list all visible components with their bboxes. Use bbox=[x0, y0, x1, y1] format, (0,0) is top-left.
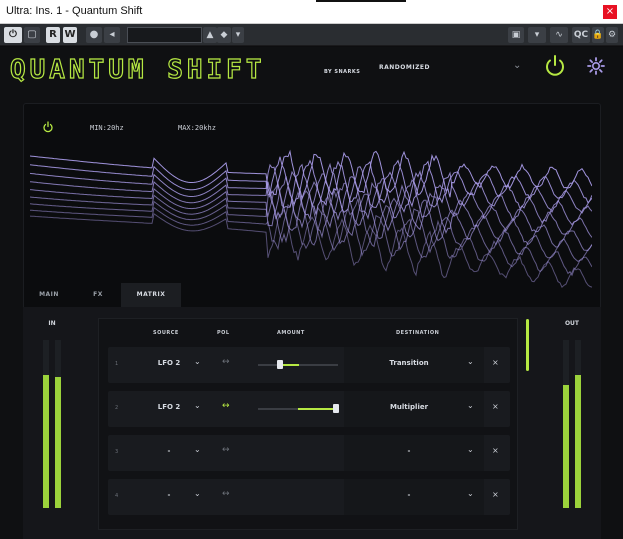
amount-fill bbox=[298, 408, 336, 410]
destination-select[interactable]: - ⌄ bbox=[344, 435, 484, 471]
source-header: SOURCE bbox=[153, 330, 179, 336]
input-meter-left bbox=[43, 340, 49, 508]
matrix-row: 2 LFO 2 ⌄ ↔ Multiplier ⌄ × bbox=[108, 391, 510, 427]
gear-icon[interactable] bbox=[586, 56, 606, 76]
read-automation-button[interactable]: R bbox=[46, 27, 60, 43]
tab-main[interactable]: MAIN bbox=[23, 283, 75, 307]
amount-slider[interactable] bbox=[258, 360, 338, 369]
source-chevron-icon[interactable]: ⌄ bbox=[194, 357, 201, 366]
window-titlebar: Ultra: Ins. 1 - Quantum Shift × bbox=[0, 0, 623, 24]
record-icon[interactable]: ● bbox=[86, 27, 102, 43]
destination-chevron-icon[interactable]: ⌄ bbox=[467, 401, 474, 410]
modulation-matrix: SOURCE POL AMOUNT DESTINATION 1 LFO 2 ⌄ … bbox=[98, 318, 518, 530]
source-select[interactable]: - bbox=[154, 447, 184, 455]
amount-handle[interactable] bbox=[333, 404, 339, 413]
titlebar-strip bbox=[316, 0, 406, 2]
arrow-back-icon[interactable]: ◂ bbox=[104, 27, 120, 43]
qc-button[interactable]: QC bbox=[572, 27, 590, 43]
destination-select[interactable]: - ⌄ bbox=[344, 479, 484, 515]
destination-header: DESTINATION bbox=[396, 330, 440, 336]
window-title: Ultra: Ins. 1 - Quantum Shift bbox=[6, 5, 143, 17]
input-meter-left-fill bbox=[43, 375, 49, 508]
spectrum-graph bbox=[30, 149, 592, 289]
power-icon[interactable] bbox=[543, 54, 567, 78]
preset-menu-chevron-icon[interactable]: ▾ bbox=[232, 27, 244, 43]
source-select[interactable]: - bbox=[154, 491, 184, 499]
destination-select[interactable]: Multiplier ⌄ bbox=[344, 391, 484, 427]
next-preset-icon[interactable]: ◆ bbox=[217, 27, 231, 43]
source-chevron-icon[interactable]: ⌄ bbox=[194, 489, 201, 498]
output-meter: OUT bbox=[553, 320, 591, 508]
output-meter-label: OUT bbox=[564, 320, 580, 327]
matrix-scrollbar[interactable] bbox=[526, 319, 529, 371]
destination-label: - bbox=[407, 491, 411, 499]
polarity-header: POL bbox=[217, 330, 230, 336]
row-index: 2 bbox=[115, 405, 119, 411]
lock-icon[interactable]: 🔒 bbox=[592, 27, 604, 43]
amount-header: AMOUNT bbox=[277, 330, 305, 336]
matrix-row: 3 - ⌄ ↔ - ⌄ × bbox=[108, 435, 510, 471]
source-chevron-icon[interactable]: ⌄ bbox=[194, 445, 201, 454]
input-meter: IN bbox=[33, 320, 71, 508]
input-meter-label: IN bbox=[48, 320, 56, 327]
output-meter-right-fill bbox=[575, 375, 581, 508]
bypass-power-icon[interactable]: ⏻ bbox=[4, 27, 22, 43]
delete-row-icon[interactable]: × bbox=[492, 490, 499, 499]
byline: BY SNARKS bbox=[324, 69, 361, 75]
spectrum-curve bbox=[30, 208, 592, 289]
spectrum-curve bbox=[30, 149, 592, 201]
matrix-row: 1 LFO 2 ⌄ ↔ Transition ⌄ × bbox=[108, 347, 510, 383]
polarity-toggle-icon[interactable]: ↔ bbox=[222, 401, 230, 411]
delete-row-icon[interactable]: × bbox=[492, 402, 499, 411]
output-meter-right bbox=[575, 340, 581, 508]
min-frequency-label: MIN:20hz bbox=[90, 124, 124, 132]
delete-row-icon[interactable]: × bbox=[492, 446, 499, 455]
output-meter-left bbox=[563, 340, 569, 508]
plugin-panel: QUANTUM SHIFT BY SNARKS RANDOMIZED ⌄ MIN… bbox=[0, 47, 623, 539]
polarity-toggle-icon[interactable]: ↔ bbox=[222, 445, 230, 455]
polarity-toggle-icon[interactable]: ↔ bbox=[222, 357, 230, 367]
delete-row-icon[interactable]: × bbox=[492, 358, 499, 367]
polarity-toggle-icon[interactable]: ↔ bbox=[222, 489, 230, 499]
destination-label: Transition bbox=[389, 359, 429, 367]
destination-select[interactable]: Transition ⌄ bbox=[344, 347, 484, 383]
write-automation-button[interactable]: W bbox=[63, 27, 77, 43]
compare-icon[interactable]: ▢ bbox=[24, 27, 40, 43]
amount-handle[interactable] bbox=[277, 360, 283, 369]
spectrum-display: MIN:20hz MAX:20khz bbox=[23, 103, 601, 311]
host-toolbar: ⏻ ▢ R W ● ◂ ▲ ◆ ▾ ▣ ▾ ∿ QC 🔒 ⚙ bbox=[0, 24, 623, 46]
input-meter-right-fill bbox=[55, 376, 61, 508]
prev-preset-icon[interactable]: ▲ bbox=[203, 27, 217, 43]
source-select[interactable]: LFO 2 bbox=[154, 403, 184, 411]
dropdown-chevron-icon[interactable]: ▾ bbox=[528, 27, 546, 43]
matrix-row: 4 - ⌄ ↔ - ⌄ × bbox=[108, 479, 510, 515]
preset-input[interactable] bbox=[127, 27, 202, 43]
destination-chevron-icon[interactable]: ⌄ bbox=[467, 357, 474, 366]
destination-chevron-icon[interactable]: ⌄ bbox=[467, 489, 474, 498]
matrix-panel: IN SOURCE POL AMOUNT DESTINATION 1 LFO 2… bbox=[23, 307, 601, 539]
preset-name[interactable]: RANDOMIZED bbox=[379, 64, 430, 71]
row-index: 4 bbox=[115, 493, 119, 499]
destination-label: Multiplier bbox=[389, 403, 429, 411]
input-meter-right bbox=[55, 340, 61, 508]
spectrum-power-icon[interactable] bbox=[42, 121, 54, 133]
camera-icon[interactable]: ▣ bbox=[508, 27, 524, 43]
settings-icon[interactable]: ⚙ bbox=[606, 27, 618, 43]
preset-chevron-icon[interactable]: ⌄ bbox=[513, 60, 521, 71]
destination-chevron-icon[interactable]: ⌄ bbox=[467, 445, 474, 454]
max-frequency-label: MAX:20khz bbox=[178, 124, 216, 132]
row-index: 3 bbox=[115, 449, 119, 455]
tab-fx[interactable]: FX bbox=[75, 283, 121, 307]
activity-icon[interactable]: ∿ bbox=[550, 27, 568, 43]
window-close-button[interactable]: × bbox=[603, 5, 617, 19]
tab-bar: MAIN FX MATRIX bbox=[23, 283, 601, 307]
amount-slider[interactable] bbox=[258, 404, 339, 413]
source-select[interactable]: LFO 2 bbox=[154, 359, 184, 367]
destination-label: - bbox=[407, 447, 411, 455]
tab-matrix[interactable]: MATRIX bbox=[121, 283, 181, 307]
row-index: 1 bbox=[115, 361, 119, 367]
output-meter-left-fill bbox=[563, 385, 569, 508]
logo: QUANTUM SHIFT bbox=[9, 54, 266, 85]
source-chevron-icon[interactable]: ⌄ bbox=[194, 401, 201, 410]
